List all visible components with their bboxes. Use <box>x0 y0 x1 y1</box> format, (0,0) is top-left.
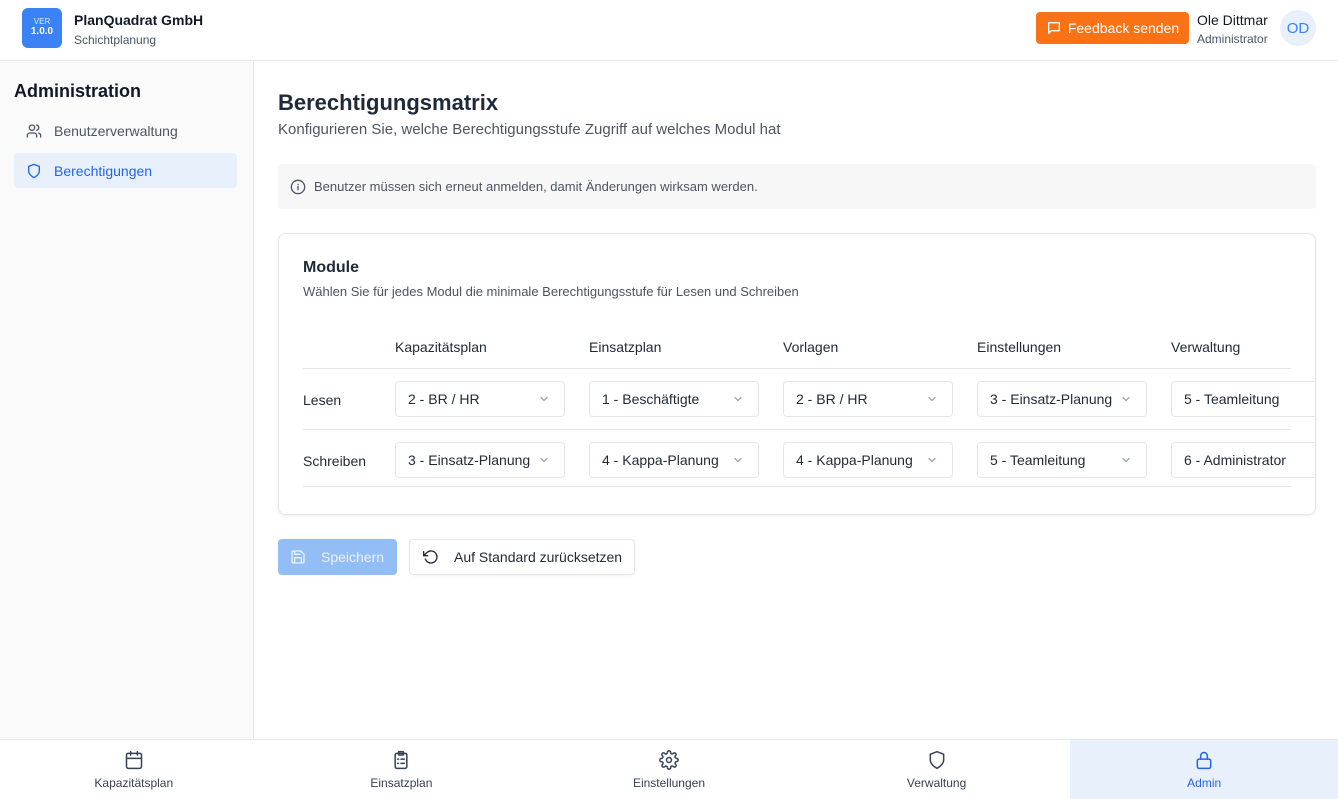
select-schreiben-kapazitaetsplan[interactable]: 3 - Einsatz-Planung <box>395 442 565 478</box>
shield-icon <box>929 750 944 770</box>
chevron-down-icon <box>1122 396 1130 402</box>
select-schreiben-verwaltung[interactable]: 6 - Administrator <box>1171 442 1316 478</box>
sidebar-item-label: Berechtigungen <box>54 162 153 179</box>
feedback-button[interactable]: Feedback senden <box>1036 12 1189 44</box>
select-value: 1 - Beschäftigte <box>602 391 700 407</box>
bottom-nav: Kapazitätsplan Einsatzplan Einstellungen… <box>0 739 1338 799</box>
select-lesen-einsatzplan[interactable]: 1 - Beschäftigte <box>589 381 759 417</box>
company-name: PlanQuadrat GmbH <box>74 12 204 28</box>
column-header: Verwaltung <box>1171 339 1241 355</box>
modules-card: Module Wählen Sie für jedes Modul die mi… <box>278 233 1316 515</box>
chevron-down-icon <box>734 457 742 463</box>
sidebar: Administration Benutzerverwaltung Berech… <box>0 61 254 739</box>
nav-label: Kapazitätsplan <box>94 776 174 790</box>
page-title: Berechtigungsmatrix <box>278 90 499 115</box>
column-header: Einsatzplan <box>589 339 662 355</box>
select-value: 2 - BR / HR <box>408 391 480 407</box>
row-label-schreiben: Schreiben <box>303 453 367 469</box>
divider <box>303 429 1291 430</box>
save-button[interactable]: Speichern <box>278 539 397 575</box>
nav-item-kapazitaetsplan[interactable]: Kapazitätsplan <box>0 740 268 799</box>
select-lesen-vorlagen[interactable]: 2 - BR / HR <box>783 381 953 417</box>
company-block: PlanQuadrat GmbH Schichtplanung <box>74 12 203 47</box>
app-version: 1.0.0 <box>30 26 54 37</box>
gear-icon <box>659 750 679 770</box>
divider <box>303 368 1291 369</box>
select-value: 2 - BR / HR <box>796 391 868 407</box>
feedback-label: Feedback senden <box>1067 20 1180 36</box>
chevron-down-icon <box>1314 393 1316 405</box>
avatar[interactable]: OD <box>1280 10 1316 46</box>
select-value: 4 - Kappa-Planung <box>602 452 719 468</box>
nav-item-verwaltung[interactable]: Verwaltung <box>803 740 1071 799</box>
page-subtitle: Konfigurieren Sie, welche Berechtigungss… <box>278 121 781 138</box>
lock-icon <box>1196 751 1212 770</box>
nav-label: Einstellungen <box>632 776 706 790</box>
clipboard-icon <box>394 750 408 770</box>
select-schreiben-einstellungen[interactable]: 5 - Teamleitung <box>977 442 1147 478</box>
nav-label: Verwaltung <box>906 776 967 790</box>
info-icon <box>290 179 306 194</box>
user-name: Ole Dittmar <box>1197 12 1268 28</box>
column-header: Vorlagen <box>783 339 839 355</box>
calendar-icon <box>125 750 143 770</box>
user-role: Administrator <box>1197 32 1268 46</box>
chevron-down-icon <box>540 396 548 402</box>
message-icon <box>1047 22 1060 34</box>
save-icon <box>291 550 305 564</box>
select-value: 6 - Administrator <box>1184 452 1286 468</box>
user-info: Ole Dittmar Administrator <box>1197 12 1268 46</box>
reset-label: Auf Standard zurücksetzen <box>454 549 623 565</box>
info-text: Benutzer müssen sich erneut anmelden, da… <box>314 179 758 194</box>
company-subtitle: Schichtplanung <box>74 33 157 47</box>
logo-ver-label: VER <box>33 17 51 26</box>
chevron-down-icon <box>1122 457 1130 463</box>
select-value: 4 - Kappa-Planung <box>796 452 913 468</box>
card-title: Module <box>303 259 359 276</box>
select-value: 5 - Teamleitung <box>990 452 1086 468</box>
nav-label: Einsatzplan <box>370 776 433 790</box>
nav-item-einstellungen[interactable]: Einstellungen <box>535 740 803 799</box>
select-lesen-kapazitaetsplan[interactable]: 2 - BR / HR <box>395 381 565 417</box>
app-header: VER 1.0.0 PlanQuadrat GmbH Schichtplanun… <box>0 0 1338 61</box>
row-label-lesen: Lesen <box>303 392 342 408</box>
rotate-ccw-icon <box>423 550 438 564</box>
sidebar-item-benutzerverwaltung[interactable]: Benutzerverwaltung <box>14 113 237 148</box>
sidebar-item-label: Benutzerverwaltung <box>54 122 178 139</box>
chevron-down-icon <box>928 457 936 463</box>
nav-label: Admin <box>1187 776 1222 790</box>
users-icon <box>26 123 42 138</box>
chevron-down-icon <box>540 457 548 463</box>
nav-item-einsatzplan[interactable]: Einsatzplan <box>268 740 536 799</box>
chevron-down-icon <box>734 396 742 402</box>
select-schreiben-einsatzplan[interactable]: 4 - Kappa-Planung <box>589 442 759 478</box>
divider <box>303 486 1291 487</box>
reset-button[interactable]: Auf Standard zurücksetzen <box>409 539 635 575</box>
select-value: 3 - Einsatz-Planung <box>990 391 1112 407</box>
column-header: Einstellungen <box>977 339 1062 355</box>
select-schreiben-vorlagen[interactable]: 4 - Kappa-Planung <box>783 442 953 478</box>
nav-item-admin[interactable]: Admin <box>1070 740 1338 799</box>
info-banner: Benutzer müssen sich erneut anmelden, da… <box>278 164 1316 209</box>
card-subtitle: Wählen Sie für jedes Modul die minimale … <box>303 284 799 299</box>
select-lesen-verwaltung[interactable]: 5 - Teamleitung <box>1171 381 1316 417</box>
chevron-down-icon <box>928 396 936 402</box>
select-value: 5 - Teamleitung <box>1184 391 1280 407</box>
sidebar-title: Administration <box>14 81 142 101</box>
chevron-down-icon <box>1314 454 1316 466</box>
select-lesen-einstellungen[interactable]: 3 - Einsatz-Planung <box>977 381 1147 417</box>
shield-icon <box>28 163 40 178</box>
save-label: Speichern <box>321 549 385 565</box>
sidebar-item-berechtigungen[interactable]: Berechtigungen <box>14 153 237 188</box>
column-header: Kapazitätsplan <box>395 339 487 355</box>
app-logo: VER 1.0.0 <box>22 8 62 48</box>
select-value: 3 - Einsatz-Planung <box>408 452 530 468</box>
